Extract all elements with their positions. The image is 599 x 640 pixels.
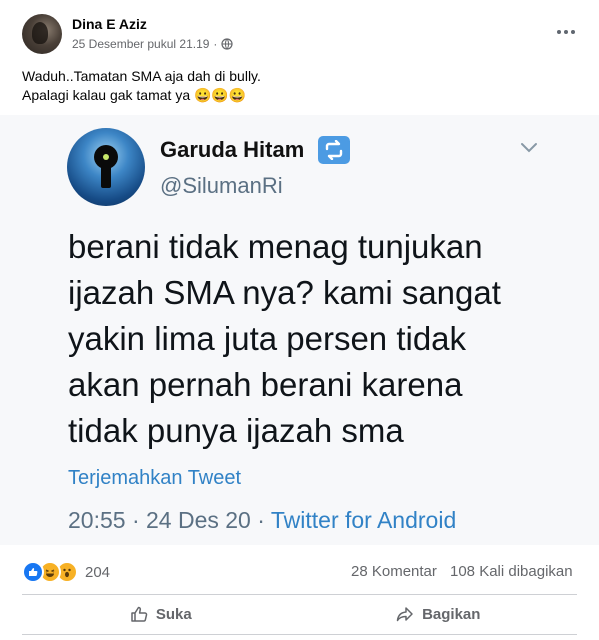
- post-text-line: Apalagi kalau gak tamat ya 😀😀😀: [22, 87, 247, 103]
- more-icon[interactable]: [554, 22, 578, 42]
- post-text: Waduh..Tamatan SMA aja dah di bully. Apa…: [22, 67, 582, 105]
- post-header: Dina E Aziz 25 Desember pukul 21.19 ·: [22, 14, 582, 58]
- reaction-count: 204: [85, 563, 111, 581]
- like-button[interactable]: Suka: [22, 598, 300, 630]
- reactions-summary[interactable]: 204: [22, 561, 110, 583]
- like-reaction-icon: [22, 561, 44, 583]
- shares-count[interactable]: 108 Kali dibagikan: [450, 563, 573, 580]
- tweet-handle: @SilumanRi: [160, 173, 283, 198]
- thumbs-up-icon: [131, 606, 148, 622]
- tweet-timestamp: 20:55 · 24 Des 20 · Twitter for Android: [68, 507, 456, 534]
- avatar[interactable]: [22, 14, 62, 54]
- divider: [22, 594, 577, 595]
- comments-count[interactable]: 28 Komentar: [351, 563, 437, 580]
- tweet-body-line: tidak punya ijazah sma: [68, 412, 404, 449]
- translate-tweet-link: Terjemahkan Tweet: [68, 467, 242, 489]
- tweet-body-line: yakin lima juta persen tidak: [68, 320, 467, 357]
- tweet-author-name: Garuda Hitam: [160, 137, 305, 162]
- post-text-line: Waduh..Tamatan SMA aja dah di bully.: [22, 68, 261, 84]
- tweet-body: berani tidak menag tunjukan ijazah SMA n…: [68, 224, 568, 454]
- post-stats: 204 28 Komentar 108 Kali dibagikan: [22, 561, 582, 583]
- chevron-down-icon[interactable]: [518, 140, 540, 156]
- post-timestamp[interactable]: 25 Desember pukul 21.19: [72, 37, 209, 51]
- divider: [22, 634, 577, 635]
- author-name[interactable]: Dina E Aziz: [72, 16, 147, 32]
- share-button[interactable]: Bagikan: [300, 598, 578, 630]
- post-actions: Suka Bagikan: [22, 598, 577, 630]
- tweet-body-line: ijazah SMA nya? kami sangat: [68, 274, 501, 311]
- tweet-body-line: berani tidak menag tunjukan: [68, 228, 483, 265]
- tweet-avatar: [67, 128, 145, 206]
- meta-separator: ·: [213, 37, 218, 51]
- like-label: Suka: [155, 605, 192, 623]
- tweet-body-line: akan pernah berani karena: [68, 366, 463, 403]
- retweet-icon: [318, 136, 350, 164]
- globe-icon: [221, 38, 234, 50]
- share-arrow-icon: [396, 607, 413, 622]
- share-label: Bagikan: [422, 605, 481, 623]
- post-meta: 25 Desember pukul 21.19 ·: [72, 37, 234, 51]
- tweet-source: Twitter for Android: [270, 507, 457, 533]
- tweet-time-text: 20:55 · 24 Des 20 ·: [68, 507, 271, 533]
